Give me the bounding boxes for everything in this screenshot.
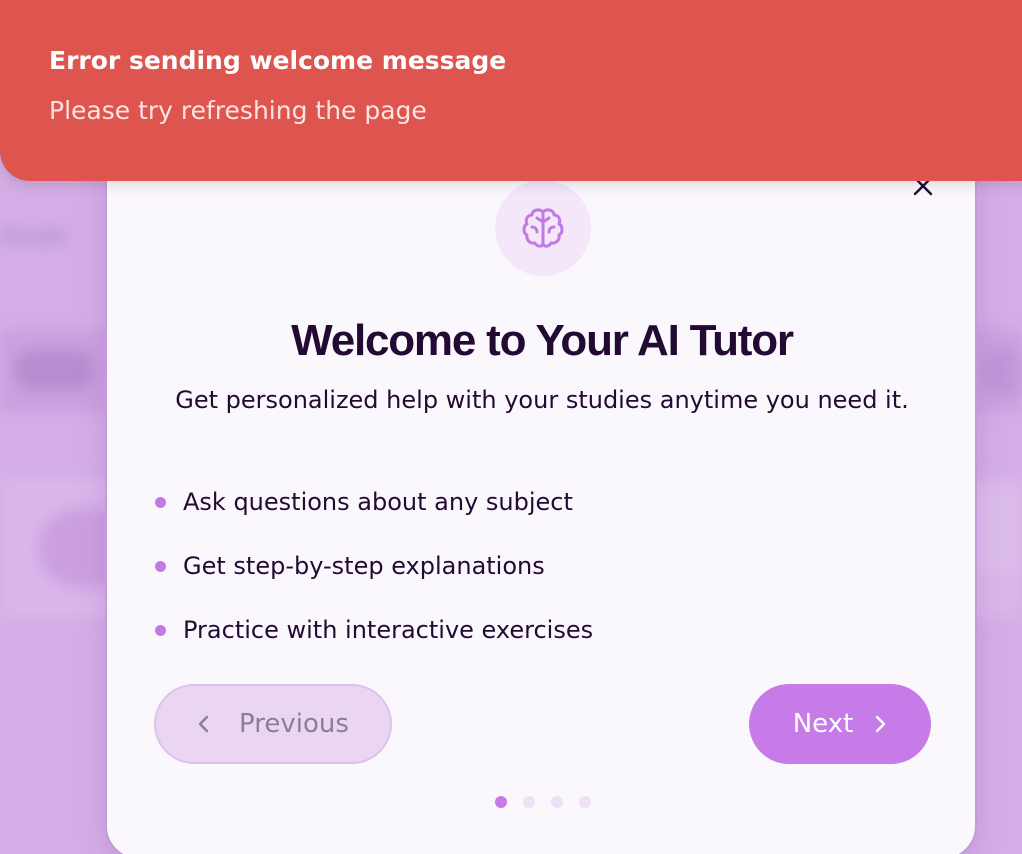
step-dot[interactable]: [523, 796, 535, 808]
bullet-dot: [155, 560, 166, 572]
chevron-left-icon: [198, 715, 209, 733]
brain-icon: [522, 208, 564, 248]
modal-title: Welcome to Your AI Tutor: [291, 316, 794, 365]
next-button-label: Next: [792, 709, 854, 739]
feature-text: Practice with interactive exercises: [183, 616, 594, 644]
bullet-dot: [155, 496, 166, 508]
next-button[interactable]: Next: [749, 684, 931, 764]
background-chip-right: [982, 350, 1022, 394]
step-indicator: [495, 796, 591, 808]
feature-item: Ask questions about any subject: [155, 470, 593, 534]
feature-item: Practice with interactive exercises: [155, 598, 593, 662]
background-label: Results: [0, 226, 67, 248]
feature-item: Get step-by-step explanations: [155, 534, 593, 598]
modal-subtitle: Get personalized help with your studies …: [175, 386, 909, 414]
brain-icon-badge: [495, 180, 591, 276]
error-toast[interactable]: Error sending welcome message Please try…: [0, 0, 1022, 181]
feature-list: Ask questions about any subject Get step…: [155, 470, 593, 662]
background-chip: [14, 350, 94, 390]
toast-description: Please try refreshing the page: [49, 96, 427, 125]
bullet-dot: [155, 624, 166, 636]
feature-text: Get step-by-step explanations: [183, 552, 545, 580]
chevron-right-icon: [876, 715, 886, 733]
step-dot[interactable]: [551, 796, 563, 808]
step-dot-active[interactable]: [495, 796, 507, 808]
previous-button-label: Previous: [239, 709, 349, 739]
previous-button[interactable]: Previous: [154, 684, 392, 764]
app-screen: Results Welcome to Your AI Tutor Get per…: [0, 0, 1022, 854]
toast-title: Error sending welcome message: [49, 46, 507, 75]
step-dot[interactable]: [579, 796, 591, 808]
feature-text: Ask questions about any subject: [183, 488, 573, 516]
